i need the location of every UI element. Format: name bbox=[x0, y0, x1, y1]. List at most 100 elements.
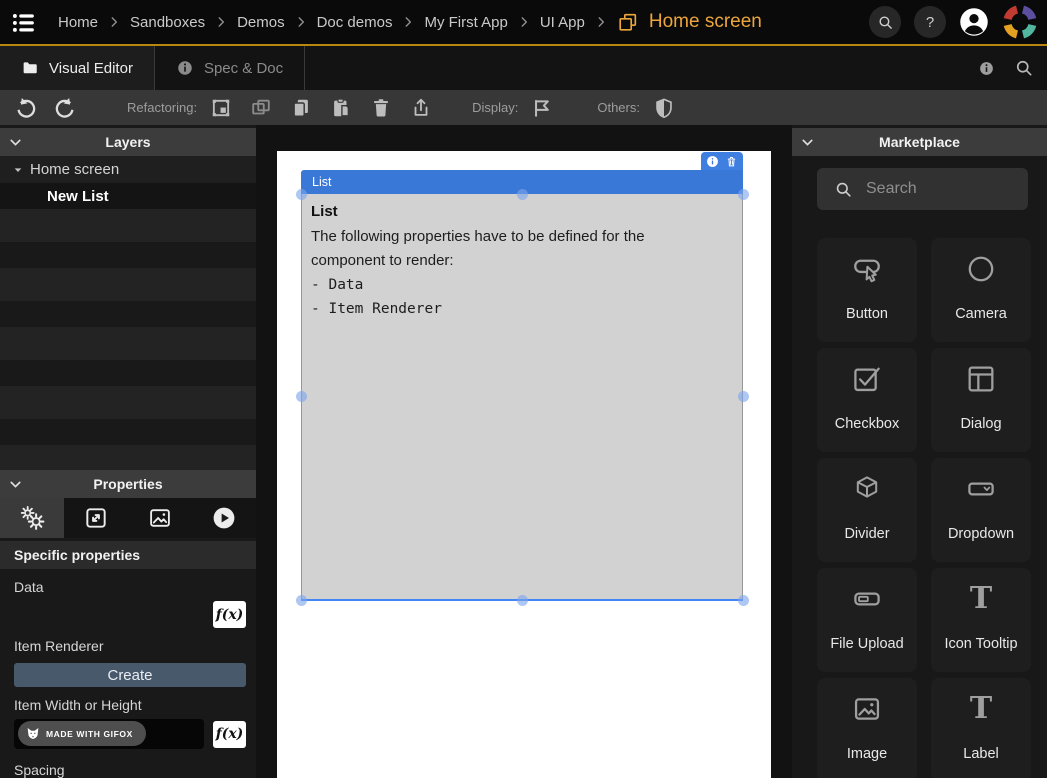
info-icon[interactable] bbox=[978, 60, 995, 77]
copy-icon[interactable] bbox=[290, 97, 312, 119]
marketplace-item-divider[interactable]: Divider bbox=[817, 458, 917, 562]
list-component-body[interactable]: List The following properties have to be… bbox=[301, 194, 743, 600]
file-upload-icon bbox=[851, 583, 883, 615]
marketplace-item-label: Button bbox=[846, 306, 888, 322]
layer-empty-row bbox=[0, 301, 256, 327]
left-panel: Layers Home screen New List Properties S… bbox=[0, 125, 256, 778]
component-info-icon[interactable] bbox=[706, 155, 719, 168]
delete-icon[interactable] bbox=[370, 97, 392, 119]
breadcrumb-item-ui-app[interactable]: UI App bbox=[540, 14, 585, 31]
tab-spec-and-doc[interactable]: Spec & Doc bbox=[155, 46, 305, 90]
device-screen[interactable]: List List The following properties have … bbox=[277, 151, 771, 778]
marketplace-item-label: File Upload bbox=[830, 636, 903, 652]
resize-handle-bottom-right[interactable] bbox=[738, 595, 749, 606]
help-button[interactable]: ? bbox=[914, 6, 946, 38]
chevron-down-icon[interactable] bbox=[7, 134, 24, 151]
text-icon: T bbox=[965, 583, 997, 615]
flag-icon[interactable] bbox=[531, 97, 553, 119]
resize-handle-bottom-left[interactable] bbox=[296, 595, 307, 606]
tab-visual-editor[interactable]: Visual Editor bbox=[0, 46, 155, 90]
marketplace-item-label: Dialog bbox=[960, 416, 1001, 432]
current-page: Home screen bbox=[617, 11, 762, 33]
marketplace-item-checkbox[interactable]: Checkbox bbox=[817, 348, 917, 452]
marketplace-item-label: Checkbox bbox=[835, 416, 899, 432]
properties-tab-settings[interactable] bbox=[0, 498, 64, 538]
resize-handle-mid-right[interactable] bbox=[738, 391, 749, 402]
chevron-down-icon[interactable] bbox=[7, 476, 24, 493]
marketplace-search-input[interactable] bbox=[866, 180, 1016, 198]
data-fx-button[interactable]: f(x) bbox=[213, 601, 246, 628]
properties-tab-image[interactable] bbox=[128, 498, 192, 538]
item-width-input[interactable]: MADE WITH GIFOX bbox=[14, 719, 204, 749]
search-button[interactable] bbox=[869, 6, 901, 38]
required-property-item: - Data bbox=[311, 273, 732, 297]
marketplace-title: Marketplace bbox=[792, 134, 1047, 150]
wrap-component-icon[interactable] bbox=[210, 97, 232, 119]
app-logo-icon[interactable] bbox=[1002, 4, 1038, 40]
marketplace-item-dropdown[interactable]: Dropdown bbox=[931, 458, 1031, 562]
marketplace-item-image[interactable]: Image bbox=[817, 678, 917, 778]
layer-item-new-list[interactable]: New List bbox=[0, 183, 256, 209]
layer-item-home-screen[interactable]: Home screen bbox=[0, 156, 256, 183]
resize-handle-top-right[interactable] bbox=[738, 189, 749, 200]
breadcrumb-item-demos[interactable]: Demos bbox=[237, 14, 285, 31]
others-label: Others: bbox=[597, 100, 640, 115]
marketplace-item-dialog[interactable]: Dialog bbox=[931, 348, 1031, 452]
marketplace-item-icon-tooltip[interactable]: TIcon Tooltip bbox=[931, 568, 1031, 672]
redo-icon[interactable] bbox=[53, 96, 77, 120]
resize-handle-bottom-center[interactable] bbox=[517, 595, 528, 606]
layer-empty-row bbox=[0, 445, 256, 470]
shield-icon[interactable] bbox=[653, 97, 675, 119]
export-icon[interactable] bbox=[410, 97, 432, 119]
marketplace-item-label: Divider bbox=[844, 526, 889, 542]
undo-icon[interactable] bbox=[14, 96, 38, 120]
breadcrumb-item-my-first-app[interactable]: My First App bbox=[424, 14, 507, 31]
text-icon: T bbox=[965, 693, 997, 725]
marketplace-item-label: Dropdown bbox=[948, 526, 1014, 542]
search-icon[interactable] bbox=[1014, 58, 1034, 78]
marketplace-panel: Marketplace Button Camera Checkbox Dialog Di… bbox=[792, 125, 1047, 778]
list-placeholder-title: List bbox=[311, 203, 732, 220]
properties-tab-size[interactable] bbox=[64, 498, 128, 538]
layers-title: Layers bbox=[0, 134, 256, 150]
editor-toolbar: Refactoring: Display: Others: bbox=[0, 90, 1047, 125]
marketplace-item-camera[interactable]: Camera bbox=[931, 238, 1031, 342]
layer-empty-row bbox=[0, 209, 256, 242]
component-delete-icon[interactable] bbox=[725, 155, 738, 168]
top-bar: Home Sandboxes Demos Doc demos My First App U… bbox=[0, 0, 1047, 46]
create-item-renderer-button[interactable]: Create bbox=[14, 663, 246, 687]
unwrap-component-icon[interactable] bbox=[250, 97, 272, 119]
properties-tab-play[interactable] bbox=[192, 498, 256, 538]
breadcrumb-item-sandboxes[interactable]: Sandboxes bbox=[130, 14, 205, 31]
account-avatar[interactable] bbox=[959, 7, 989, 37]
data-field-label: Data bbox=[14, 579, 256, 595]
marketplace-search[interactable] bbox=[817, 168, 1028, 210]
paste-icon[interactable] bbox=[330, 97, 352, 119]
marketplace-item-button[interactable]: Button bbox=[817, 238, 917, 342]
specific-properties-header: Specific properties bbox=[0, 541, 256, 569]
chevron-down-icon[interactable] bbox=[799, 134, 816, 151]
menu-icon[interactable] bbox=[11, 11, 37, 33]
spacing-label: Spacing bbox=[14, 762, 256, 778]
layer-empty-row bbox=[0, 327, 256, 360]
marketplace-item-label[interactable]: TLabel bbox=[931, 678, 1031, 778]
refactoring-group bbox=[210, 97, 432, 119]
marketplace-item-label: Camera bbox=[955, 306, 1007, 322]
marketplace-item-file-upload[interactable]: File Upload bbox=[817, 568, 917, 672]
fox-icon bbox=[25, 726, 41, 742]
breadcrumb-item-doc-demos[interactable]: Doc demos bbox=[317, 14, 393, 31]
resize-handle-top-center[interactable] bbox=[517, 189, 528, 200]
layer-empty-row bbox=[0, 386, 256, 419]
resize-handle-mid-left[interactable] bbox=[296, 391, 307, 402]
resize-handle-top-left[interactable] bbox=[296, 189, 307, 200]
layer-empty-row bbox=[0, 360, 256, 386]
chevron-right-icon bbox=[517, 15, 531, 29]
breadcrumb-item-home[interactable]: Home bbox=[58, 14, 98, 31]
caret-down-icon[interactable] bbox=[10, 162, 26, 178]
list-required-properties: - Data- Item Renderer bbox=[311, 273, 732, 321]
properties-fields: Data f(x) Item Renderer Create Item Widt… bbox=[0, 569, 256, 778]
item-width-fx-button[interactable]: f(x) bbox=[213, 721, 246, 748]
search-icon bbox=[834, 180, 853, 199]
layer-empty-row bbox=[0, 268, 256, 301]
checkbox-icon bbox=[851, 363, 883, 395]
